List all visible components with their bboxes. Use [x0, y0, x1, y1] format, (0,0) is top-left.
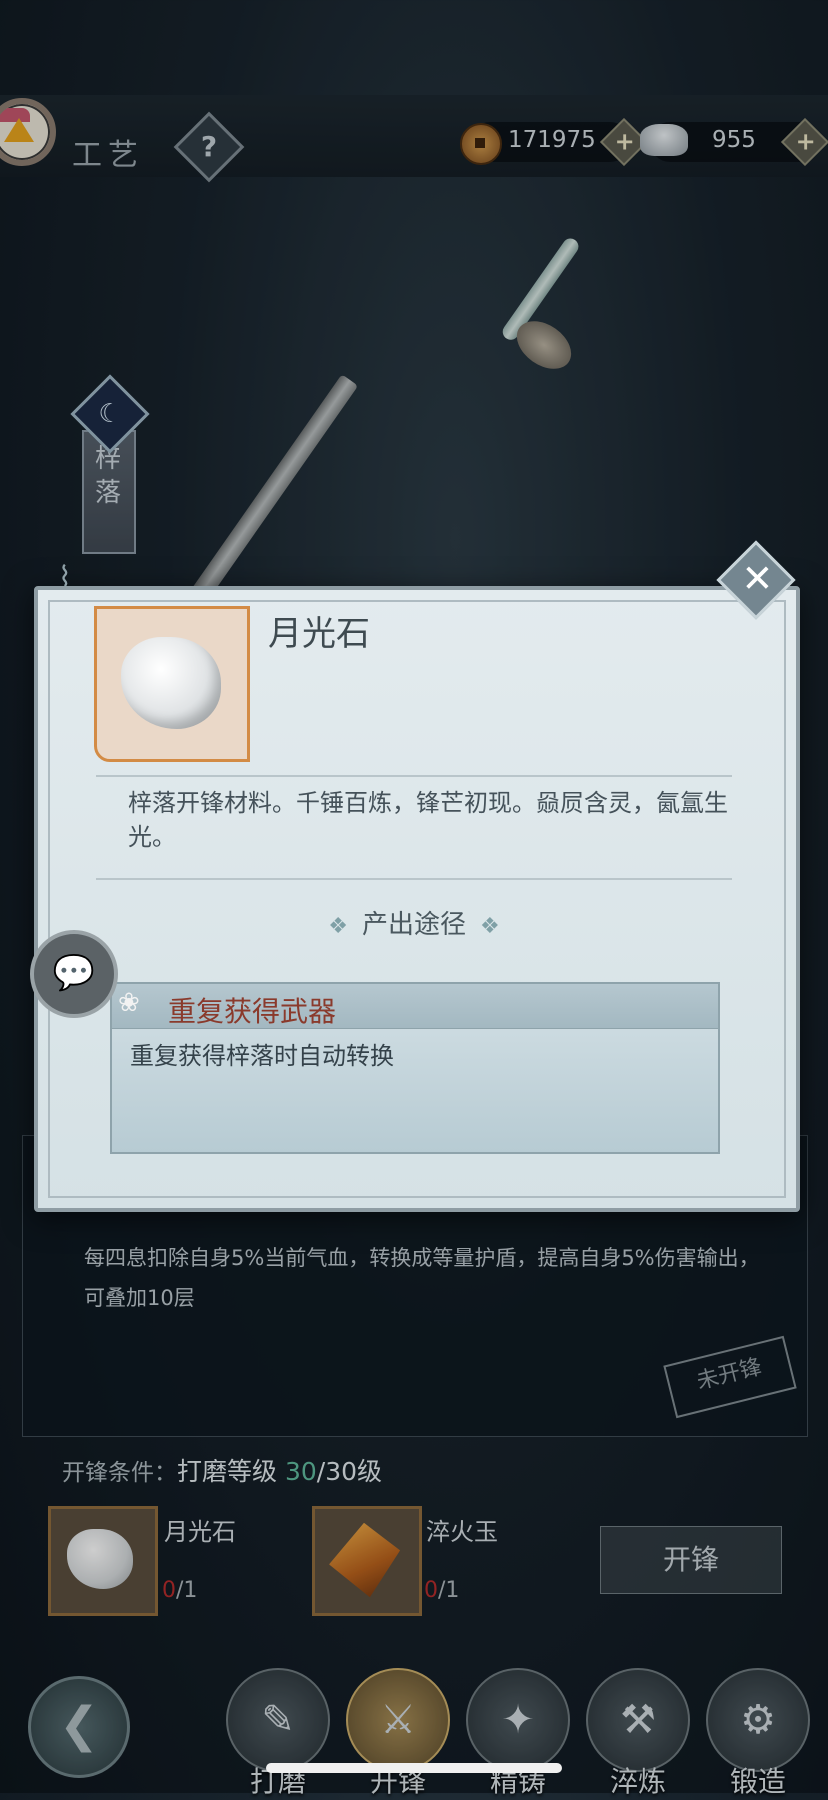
- item-icon-frame: [94, 606, 250, 762]
- home-indicator: [266, 1763, 562, 1773]
- divider: [96, 878, 732, 880]
- bird-decoration-icon: ⌇: [58, 560, 72, 593]
- divider: [96, 775, 732, 777]
- source-title-text: 产出途径: [361, 910, 466, 940]
- source-card[interactable]: ❀ 重复获得武器 重复获得梓落时自动转换: [110, 982, 720, 1154]
- item-name: 月光石: [268, 614, 370, 654]
- lotus-icon: ❀: [118, 988, 140, 1018]
- source-name: 重复获得武器: [168, 995, 337, 1028]
- source-section-title: ❖ 产出途径 ❖: [0, 904, 828, 941]
- ornament-icon: ❖: [480, 914, 500, 939]
- ornament-icon: ❖: [328, 914, 348, 939]
- close-icon: ✕: [741, 556, 774, 601]
- chat-icon: 💬: [52, 953, 96, 993]
- chat-button[interactable]: 💬: [30, 930, 118, 1018]
- source-description: 重复获得梓落时自动转换: [130, 1042, 394, 1070]
- item-description: 梓落开锋材料。千锤百炼，锋芒初现。赑屃含灵，氤氲生光。: [128, 789, 728, 851]
- moonstone-icon: [121, 637, 221, 729]
